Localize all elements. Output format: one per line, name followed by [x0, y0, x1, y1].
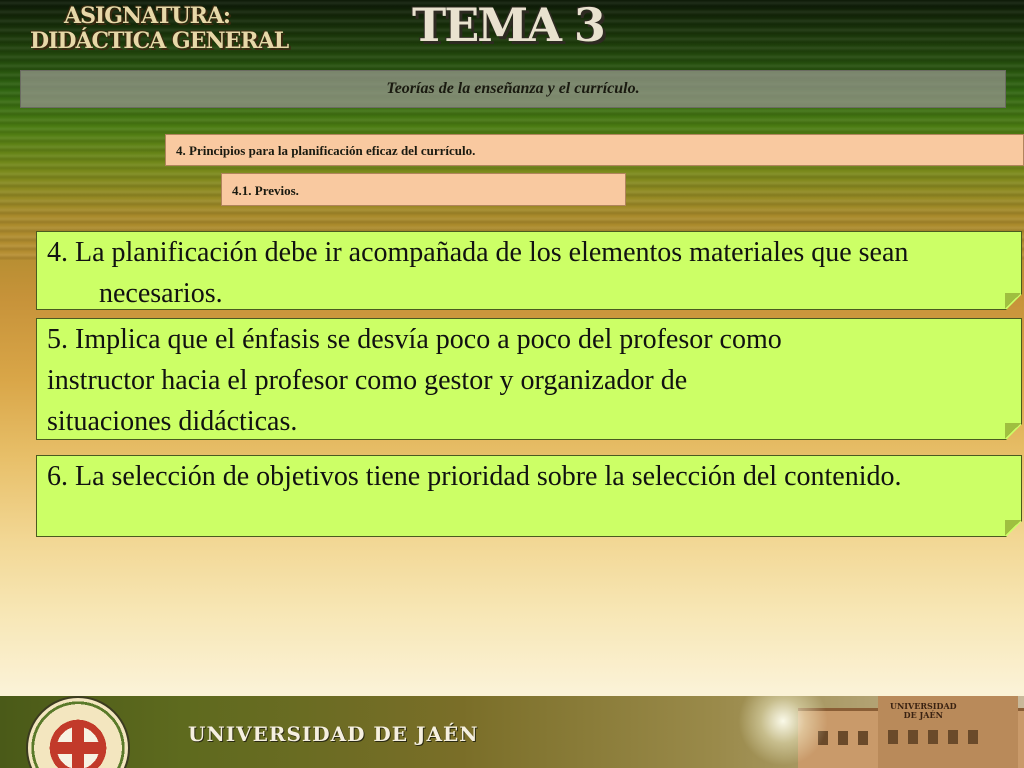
building-window — [888, 730, 898, 744]
page-fold-icon — [1005, 423, 1021, 439]
university-name: UNIVERSIDAD DE JAÉN — [188, 722, 479, 746]
university-building-image: UNIVERSIDAD DE JAÉN — [738, 696, 1024, 768]
course-title-line2: DIDÁCTICA GENERAL — [30, 28, 289, 54]
note-item-5: 5. Implica que el énfasis se desvía poco… — [36, 318, 1022, 440]
building-window — [928, 730, 938, 744]
building-window — [948, 730, 958, 744]
tema-title: TEMA 3 — [412, 0, 606, 52]
note-item-6: 6. La selección de objetivos tiene prior… — [36, 455, 1022, 537]
building-sign-line2: DE JAÉN — [903, 710, 943, 720]
page-fold-icon — [1005, 293, 1021, 309]
topic-bar: Teorías de la enseñanza y el currículo. — [20, 70, 1006, 108]
building-window — [968, 730, 978, 744]
building-window — [838, 731, 848, 745]
building-window — [908, 730, 918, 744]
building-sign: UNIVERSIDAD DE JAÉN — [890, 702, 957, 720]
note-text-line: instructor hacia el profesor como gestor… — [47, 365, 688, 396]
seal-cross-horizontal — [56, 742, 100, 754]
course-title: ASIGNATURA: DIDÁCTICA GENERAL — [30, 3, 289, 54]
footer-banner: UNIVERSIDAD DE JAÉN UNIVERSIDAD DE JAÉN — [0, 696, 1024, 768]
subsection-text: 4.1. Previos. — [232, 183, 299, 198]
section-heading: 4. Principios para la planificación efic… — [165, 134, 1024, 166]
note-text-line: 5. Implica que el énfasis se desvía poco… — [47, 324, 782, 355]
building-window — [858, 731, 868, 745]
note-item-4: 4. La planificación debe ir acompañada d… — [36, 231, 1022, 310]
note-text: 6. La selección de objetivos tiene prior… — [47, 461, 902, 492]
course-title-line1: ASIGNATURA: — [64, 3, 231, 29]
note-text: 4. La planificación debe ir acompañada d… — [47, 237, 909, 309]
topic-text: Teorías de la enseñanza y el currículo. — [386, 80, 640, 97]
section-text: 4. Principios para la planificación efic… — [176, 143, 476, 158]
subsection-heading: 4.1. Previos. — [221, 173, 626, 206]
university-seal-icon — [26, 696, 130, 768]
page-fold-icon — [1005, 520, 1021, 536]
note-text-line: situaciones didácticas. — [47, 406, 298, 437]
